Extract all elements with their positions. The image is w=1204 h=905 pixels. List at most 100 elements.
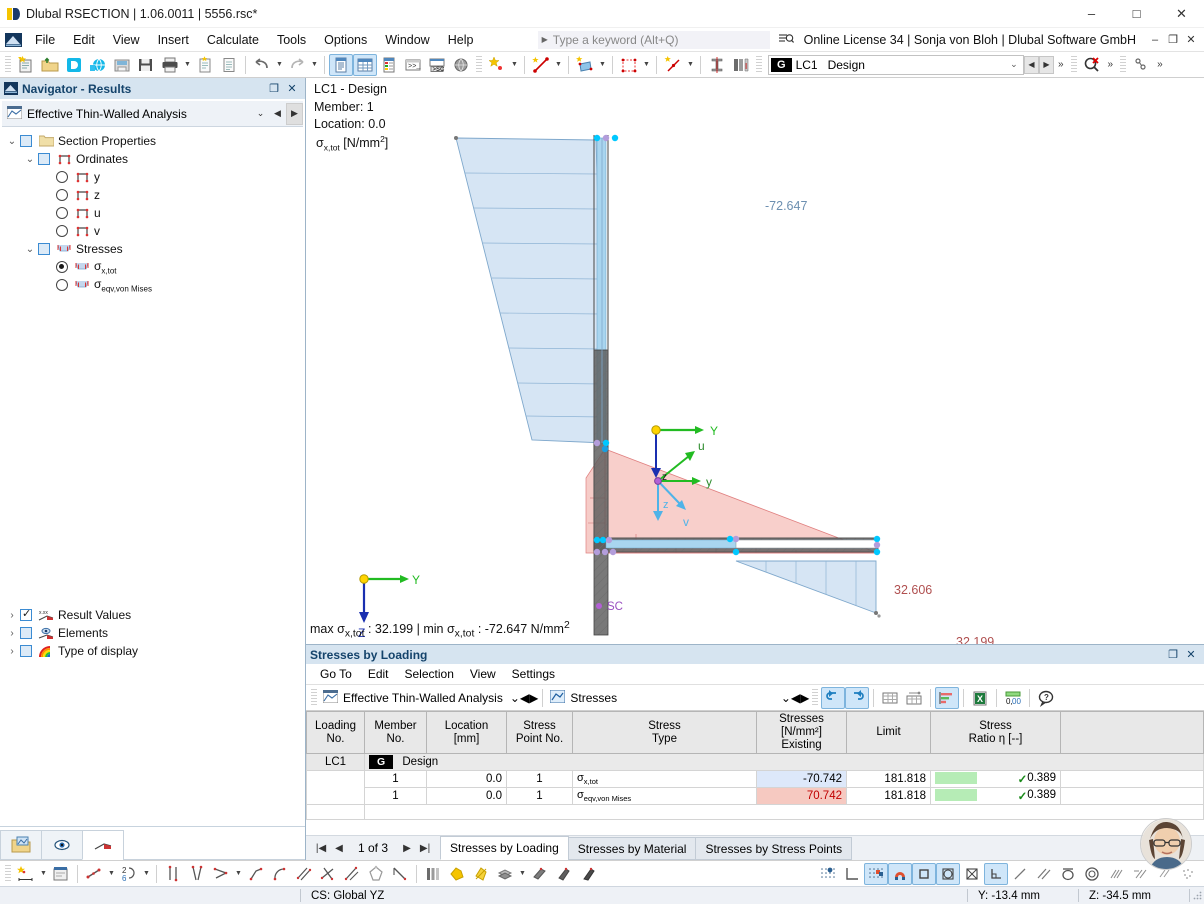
- layers-dropdown-icon[interactable]: ▼: [517, 863, 528, 885]
- snap-settings-icon[interactable]: [49, 863, 73, 885]
- analysis-prev-button[interactable]: ◀: [269, 103, 286, 125]
- tree-item-sigma-x-tot[interactable]: σx,tot: [0, 258, 305, 276]
- bottom-toolbar-grip[interactable]: [5, 864, 11, 883]
- menu-insert[interactable]: Insert: [149, 30, 198, 50]
- material-icon[interactable]: I: [729, 54, 753, 76]
- grid-display-icon[interactable]: [816, 863, 840, 885]
- coordinate-icon[interactable]: [82, 863, 106, 885]
- tangent-icon[interactable]: [340, 863, 364, 885]
- load-case-dropdown-icon[interactable]: ⌄: [1005, 59, 1023, 70]
- toolbar-grip-2[interactable]: [476, 55, 482, 74]
- polygon-icon[interactable]: [364, 863, 388, 885]
- table-panel-undock-button[interactable]: ❐: [1164, 648, 1182, 661]
- navigator-icon[interactable]: [329, 53, 353, 76]
- ordinate-y-radio[interactable]: [56, 171, 68, 183]
- mdi-restore-button[interactable]: ❐: [1164, 29, 1182, 51]
- sigma-eqv-radio[interactable]: [56, 279, 68, 291]
- angle-dropdown-icon[interactable]: ▼: [233, 863, 244, 885]
- effect-icon[interactable]: [445, 863, 469, 885]
- dimension-dropdown-icon[interactable]: ▼: [38, 863, 49, 885]
- stresses-checkbox[interactable]: [38, 243, 50, 255]
- minimize-button[interactable]: –: [1069, 0, 1114, 28]
- ordinate-u-radio[interactable]: [56, 207, 68, 219]
- save-as-icon[interactable]: [110, 54, 134, 76]
- settings-icon[interactable]: [1129, 54, 1153, 76]
- elements-checkbox[interactable]: [20, 627, 32, 639]
- load-case-prev-button[interactable]: ◀: [1023, 55, 1039, 74]
- section-drawing-canvas[interactable]: LC1 - Design Member: 1 Location: 0.0 σx,…: [306, 78, 1204, 644]
- pager-prev-button[interactable]: ◀: [330, 843, 348, 854]
- menu-view[interactable]: View: [104, 30, 149, 50]
- table-analysis-combo[interactable]: Effective Thin-Walled Analysis ⌄ ◀ ▶: [320, 687, 538, 709]
- dlubal-center-icon[interactable]: [62, 54, 86, 76]
- mdi-close-button[interactable]: ✕: [1182, 29, 1200, 51]
- ordinates-checkbox[interactable]: [38, 153, 50, 165]
- table-category-next-button[interactable]: ▶: [800, 691, 809, 705]
- menu-file[interactable]: File: [26, 30, 64, 50]
- col-stress-limit[interactable]: Limit: [846, 711, 931, 754]
- redo-dropdown-icon[interactable]: ▼: [309, 54, 320, 76]
- pager-first-button[interactable]: |◀: [312, 843, 330, 854]
- converge-lines-icon[interactable]: [185, 863, 209, 885]
- resize-grip-icon[interactable]: [1190, 890, 1204, 901]
- dimension-icon[interactable]: [14, 863, 38, 885]
- line-icon[interactable]: [244, 863, 268, 885]
- project-navigator-icon[interactable]: [0, 830, 42, 860]
- new-surface-dropdown-icon[interactable]: ▼: [597, 54, 608, 76]
- extend-icon[interactable]: [388, 863, 412, 885]
- help-icon[interactable]: ?: [1034, 687, 1058, 709]
- navigator-undock-button[interactable]: ❐: [265, 82, 283, 95]
- result-values-checkbox[interactable]: [20, 607, 32, 621]
- table-row[interactable]: 1 0.0 1 σeqv,von Mises 70.742 181.818 0.…: [306, 787, 1204, 806]
- analysis-combo-caret-icon[interactable]: ⌄: [252, 103, 269, 125]
- new-surface-icon[interactable]: [573, 54, 597, 76]
- tree-item-section-properties[interactable]: ⌄ Section Properties: [0, 132, 305, 150]
- col-member-no[interactable]: Member No.: [364, 711, 427, 754]
- columns-icon[interactable]: [421, 863, 445, 885]
- new-stress-point-icon[interactable]: [661, 54, 685, 76]
- arc-icon[interactable]: [268, 863, 292, 885]
- decimals-icon[interactable]: 26: [117, 863, 141, 885]
- table-analysis-caret-icon[interactable]: ⌄: [510, 691, 520, 705]
- hatch1-icon[interactable]: [1104, 863, 1128, 885]
- clear-results-icon[interactable]: [1080, 54, 1104, 76]
- table-toolbar-grip[interactable]: [311, 688, 317, 707]
- load-case-next-button[interactable]: ▶: [1038, 55, 1054, 74]
- print-dropdown-icon[interactable]: ▼: [182, 54, 193, 76]
- undo-dropdown-icon[interactable]: ▼: [274, 54, 285, 76]
- circle-snap-icon[interactable]: [1056, 863, 1080, 885]
- tab-stresses-by-material[interactable]: Stresses by Material: [567, 837, 697, 860]
- dim3-icon[interactable]: [576, 863, 600, 885]
- table-category-prev-button[interactable]: ◀: [791, 691, 800, 705]
- table-category-combo[interactable]: Stresses ⌄ ◀ ▶: [547, 687, 809, 709]
- sc-console-icon[interactable]: >SC: [425, 54, 449, 76]
- print-icon[interactable]: [158, 54, 182, 76]
- angle-icon[interactable]: [209, 863, 233, 885]
- menu-window[interactable]: Window: [376, 30, 438, 50]
- pager-last-button[interactable]: ▶|: [416, 843, 434, 854]
- col-loading-no[interactable]: Loading No.: [306, 711, 365, 754]
- menu-calculate[interactable]: Calculate: [198, 30, 268, 50]
- table-analysis-prev-button[interactable]: ◀: [520, 691, 529, 705]
- decimal-places-icon[interactable]: 0, 00: [1001, 687, 1025, 709]
- report-icon[interactable]: [217, 54, 241, 76]
- new-line-dropdown-icon[interactable]: ▼: [553, 54, 564, 76]
- colored-table-icon[interactable]: [377, 54, 401, 76]
- expander-icon[interactable]: ›: [4, 646, 20, 657]
- snap-grid-icon[interactable]: [864, 862, 888, 885]
- table-menu-edit[interactable]: Edit: [360, 665, 397, 683]
- ordinate-v-radio[interactable]: [56, 225, 68, 237]
- coordinate-dropdown-icon[interactable]: ▼: [106, 863, 117, 885]
- menu-help[interactable]: Help: [439, 30, 483, 50]
- license-list-icon[interactable]: [778, 33, 796, 46]
- menu-options[interactable]: Options: [315, 30, 376, 50]
- toolbar-grip-4[interactable]: [1070, 55, 1077, 74]
- tree-item-stresses[interactable]: ⌄ Stresses: [0, 240, 305, 258]
- rect-snap-icon[interactable]: [912, 862, 936, 885]
- dlubal-globe-icon[interactable]: [86, 54, 110, 76]
- sigma-x-tot-radio[interactable]: [56, 261, 68, 273]
- table-menu-goto[interactable]: Go To: [312, 665, 360, 683]
- toolbar-grip-5[interactable]: [1120, 55, 1127, 74]
- toolbar-overflow-1[interactable]: »: [1054, 59, 1068, 70]
- navigator-analysis-combo[interactable]: Effective Thin-Walled Analysis ⌄ ◀ ▶: [2, 101, 303, 127]
